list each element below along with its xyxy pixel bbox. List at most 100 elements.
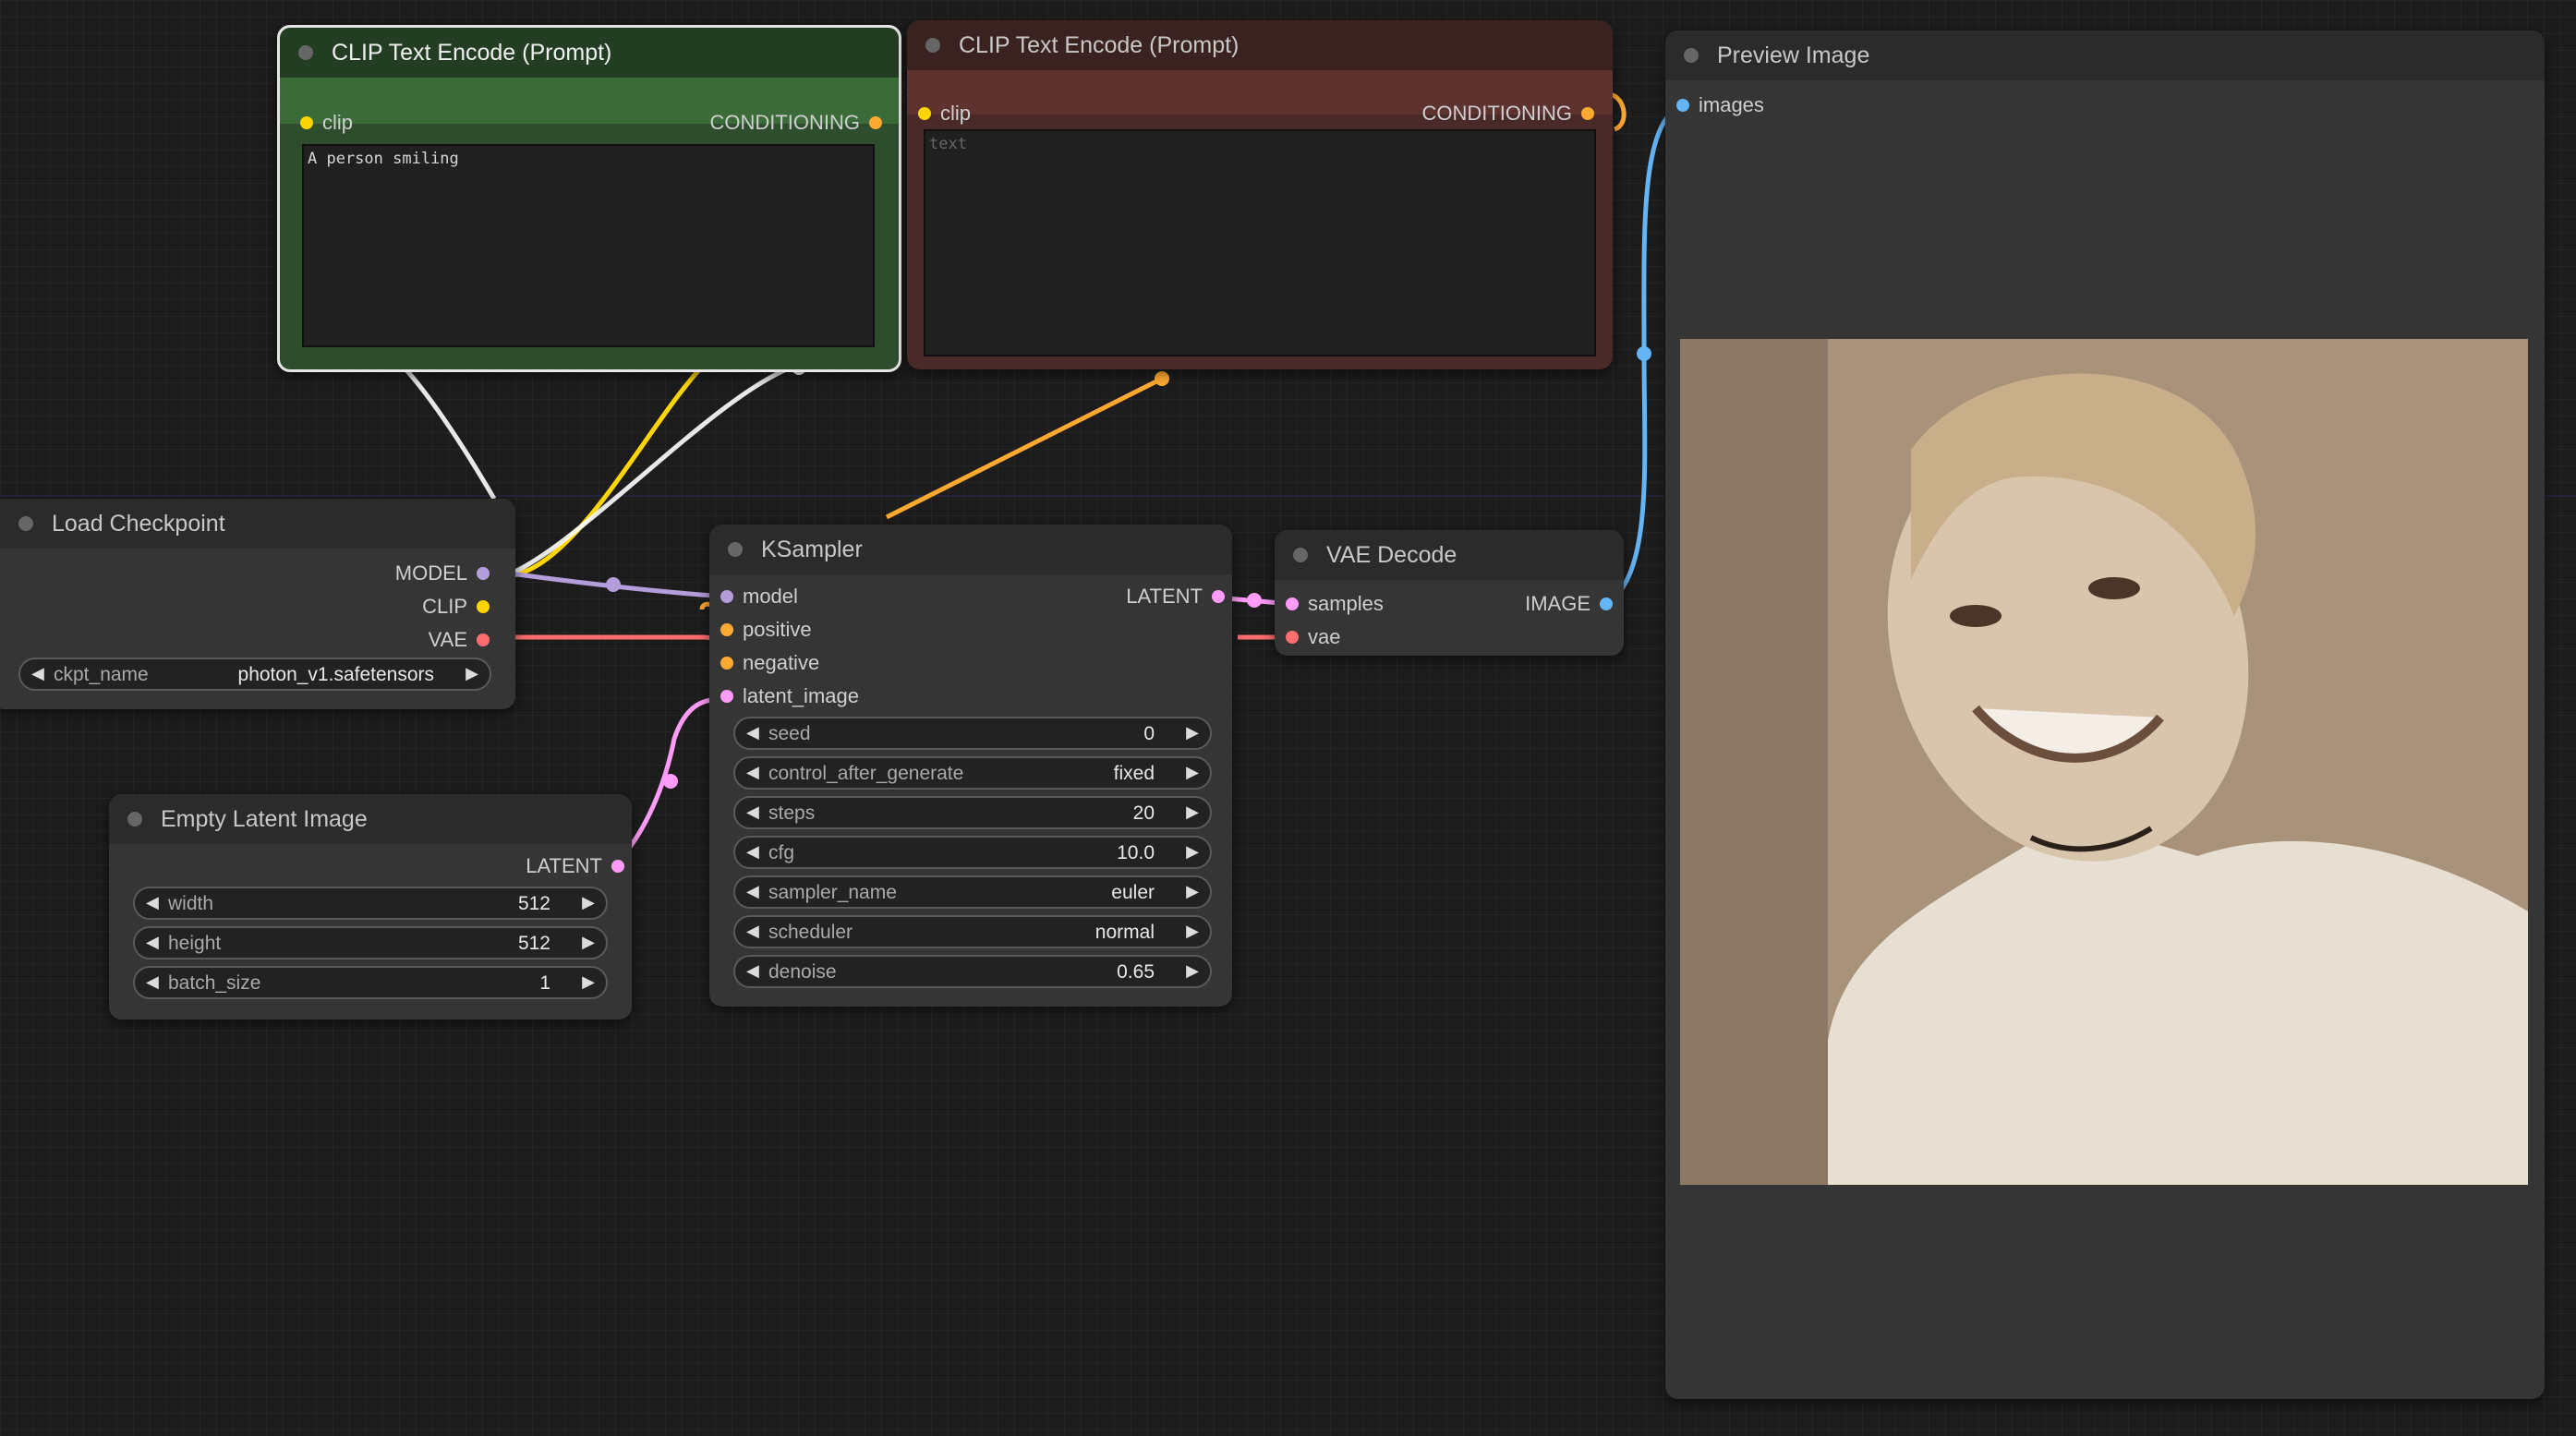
image-output-pin-icon[interactable] (1600, 597, 1613, 610)
node-header[interactable]: CLIP Text Encode (Prompt) (280, 28, 899, 78)
images-input-pin-icon[interactable] (1676, 99, 1689, 112)
clip-input-pin-icon[interactable] (918, 107, 931, 120)
increment-arrow-icon[interactable]: ▶ (1186, 763, 1199, 782)
slot-label: clip (322, 111, 354, 134)
node-header[interactable]: Preview Image (1665, 30, 2545, 80)
increment-arrow-icon[interactable]: ▶ (1186, 723, 1199, 742)
decrement-arrow-icon[interactable]: ◀ (746, 723, 759, 742)
decrement-arrow-icon[interactable]: ◀ (746, 802, 759, 822)
decrement-arrow-icon[interactable]: ◀ (746, 922, 759, 941)
input-slot-clip[interactable]: clip (918, 102, 971, 126)
output-slot-clip[interactable]: CLIP (422, 595, 490, 619)
seed-widget[interactable]: ◀ seed 0 ▶ (733, 717, 1212, 750)
collapse-dot-icon[interactable] (298, 45, 313, 60)
prompt-textarea[interactable]: A person smiling (302, 144, 875, 347)
conditioning-output-pin-icon[interactable] (1581, 107, 1594, 120)
denoise-widget[interactable]: ◀ denoise 0.65 ▶ (733, 955, 1212, 988)
collapse-dot-icon[interactable] (18, 516, 33, 531)
output-slot-image[interactable]: IMAGE (1525, 592, 1613, 616)
preview-image-node[interactable]: Preview Image images (1665, 30, 2545, 1399)
decrement-arrow-icon[interactable]: ◀ (31, 664, 44, 683)
decrement-arrow-icon[interactable]: ◀ (146, 933, 159, 952)
widget-value: fixed (1113, 763, 1155, 784)
negative-input-pin-icon[interactable] (720, 657, 733, 670)
increment-arrow-icon[interactable]: ▶ (1186, 882, 1199, 901)
increment-arrow-icon[interactable]: ▶ (1186, 842, 1199, 862)
increment-arrow-icon[interactable]: ▶ (582, 893, 595, 912)
ckpt-name-combo[interactable]: ◀ ckpt_name photon_v1.safetensors ▶ (18, 658, 491, 691)
vae-decode-node[interactable]: VAE Decode samples vae IMAGE (1275, 530, 1624, 656)
vae-output-pin-icon[interactable] (477, 634, 490, 646)
model-input-pin-icon[interactable] (720, 590, 733, 603)
input-slot-latent-image[interactable]: latent_image (720, 684, 859, 708)
clip-text-encode-negative-node[interactable]: CLIP Text Encode (Prompt) clip CONDITION… (907, 20, 1613, 369)
input-slot-model[interactable]: model (720, 585, 798, 609)
increment-arrow-icon[interactable]: ▶ (1186, 961, 1199, 981)
increment-arrow-icon[interactable]: ▶ (1186, 802, 1199, 822)
positive-input-pin-icon[interactable] (720, 623, 733, 636)
node-header[interactable]: Empty Latent Image (109, 794, 632, 844)
height-widget[interactable]: ◀ height 512 ▶ (133, 926, 608, 959)
output-slot-conditioning[interactable]: CONDITIONING (1421, 102, 1594, 126)
control-after-generate-widget[interactable]: ◀ control_after_generate fixed ▶ (733, 756, 1212, 790)
increment-arrow-icon[interactable]: ▶ (466, 664, 478, 683)
load-checkpoint-node[interactable]: Load Checkpoint MODEL CLIP VAE ◀ ckpt_na… (0, 499, 515, 709)
input-slot-images[interactable]: images (1676, 93, 1764, 117)
widget-value: 20 (1132, 802, 1155, 824)
vae-input-pin-icon[interactable] (1286, 631, 1299, 644)
cfg-widget[interactable]: ◀ cfg 10.0 ▶ (733, 836, 1212, 869)
widget-label: cfg (768, 842, 795, 863)
widget-label: ckpt_name (54, 664, 149, 685)
decrement-arrow-icon[interactable]: ◀ (746, 763, 759, 782)
ksampler-node[interactable]: KSampler model positive negative latent_… (709, 525, 1232, 1007)
wire-midpoint-neg-cond (1155, 371, 1169, 386)
batch-size-widget[interactable]: ◀ batch_size 1 ▶ (133, 966, 608, 999)
latent-output-pin-icon[interactable] (1212, 590, 1225, 603)
latent-input-pin-icon[interactable] (720, 690, 733, 703)
clip-text-encode-positive-node[interactable]: CLIP Text Encode (Prompt) clip CONDITION… (277, 25, 901, 372)
output-slot-latent[interactable]: LATENT (1126, 585, 1225, 609)
width-widget[interactable]: ◀ width 512 ▶ (133, 887, 608, 920)
decrement-arrow-icon[interactable]: ◀ (746, 882, 759, 901)
output-slot-latent[interactable]: LATENT (526, 854, 624, 878)
input-slot-clip[interactable]: clip (300, 111, 354, 135)
steps-widget[interactable]: ◀ steps 20 ▶ (733, 796, 1212, 829)
decrement-arrow-icon[interactable]: ◀ (146, 972, 159, 992)
input-slot-samples[interactable]: samples (1286, 592, 1384, 616)
decrement-arrow-icon[interactable]: ◀ (746, 961, 759, 981)
clip-output-pin-icon[interactable] (477, 600, 490, 613)
increment-arrow-icon[interactable]: ▶ (582, 972, 595, 992)
conditioning-output-pin-icon[interactable] (869, 116, 882, 129)
node-header[interactable]: VAE Decode (1275, 530, 1624, 580)
samples-input-pin-icon[interactable] (1286, 597, 1299, 610)
widget-label: seed (768, 723, 811, 744)
increment-arrow-icon[interactable]: ▶ (582, 933, 595, 952)
scheduler-widget[interactable]: ◀ scheduler normal ▶ (733, 915, 1212, 948)
model-output-pin-icon[interactable] (477, 567, 490, 580)
collapse-dot-icon[interactable] (127, 812, 142, 827)
empty-latent-image-node[interactable]: Empty Latent Image LATENT ◀ width 512 ▶ … (109, 794, 632, 1020)
input-slot-negative[interactable]: negative (720, 651, 819, 675)
decrement-arrow-icon[interactable]: ◀ (746, 842, 759, 862)
collapse-dot-icon[interactable] (728, 542, 743, 557)
output-slot-model[interactable]: MODEL (394, 561, 490, 585)
node-header[interactable]: KSampler (709, 525, 1232, 574)
latent-output-pin-icon[interactable] (611, 860, 624, 873)
slot-label: MODEL (394, 561, 467, 585)
node-header[interactable]: Load Checkpoint (0, 499, 515, 549)
output-slot-vae[interactable]: VAE (429, 628, 490, 652)
widget-label: sampler_name (768, 882, 897, 903)
decrement-arrow-icon[interactable]: ◀ (146, 893, 159, 912)
node-header[interactable]: CLIP Text Encode (Prompt) (907, 20, 1613, 70)
collapse-dot-icon[interactable] (1293, 548, 1308, 562)
output-slot-conditioning[interactable]: CONDITIONING (709, 111, 882, 135)
clip-input-pin-icon[interactable] (300, 116, 313, 129)
input-slot-positive[interactable]: positive (720, 618, 812, 642)
prompt-textarea[interactable]: text (924, 129, 1596, 356)
input-slot-vae[interactable]: vae (1286, 625, 1340, 649)
collapse-dot-icon[interactable] (925, 38, 940, 53)
increment-arrow-icon[interactable]: ▶ (1186, 922, 1199, 941)
sampler-name-widget[interactable]: ◀ sampler_name euler ▶ (733, 875, 1212, 909)
node-graph-canvas[interactable]: CLIP Text Encode (Prompt) clip CONDITION… (0, 0, 2576, 1436)
collapse-dot-icon[interactable] (1684, 48, 1699, 63)
